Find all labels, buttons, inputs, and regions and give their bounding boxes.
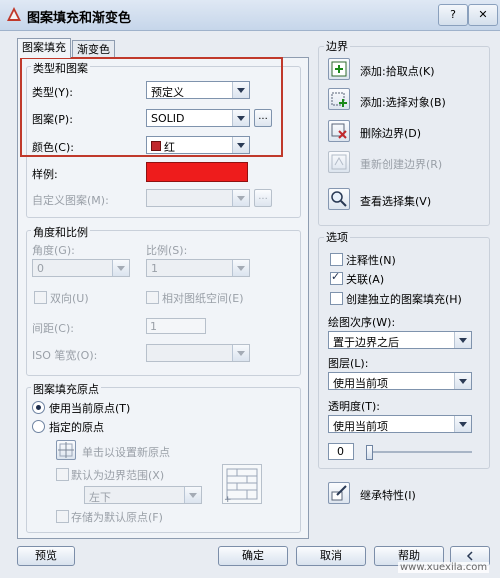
chevron-down-icon	[232, 345, 249, 361]
origin-preview: +	[222, 464, 262, 505]
relative-paper-checkbox[interactable]	[146, 291, 159, 304]
transparency-value: 使用当前项	[333, 420, 388, 433]
window-title: 图案填充和渐变色	[27, 11, 132, 26]
title-bar: 图案填充和渐变色 ? ✕	[0, 0, 500, 31]
double-checkbox[interactable]	[34, 291, 47, 304]
use-current-origin-radio[interactable]	[32, 401, 45, 414]
boundary-title: 边界	[324, 38, 350, 54]
view-selection-label: 查看选择集(V)	[360, 195, 432, 208]
iso-pen-label: ISO 笔宽(O):	[32, 349, 98, 362]
remove-boundary-icon	[331, 123, 347, 139]
options-group	[318, 237, 490, 469]
origin-position-select[interactable]: 左下	[84, 486, 202, 504]
store-default-label: 存储为默认原点(F)	[71, 511, 163, 524]
select-objects-icon	[331, 92, 347, 107]
inherit-properties-label: 继承特性(I)	[360, 489, 416, 502]
scale-value: 1	[151, 262, 158, 275]
transparency-number: 0	[337, 445, 344, 458]
chevron-down-icon	[454, 416, 471, 432]
spacing-label: 间距(C):	[32, 322, 74, 335]
title-close-button[interactable]: ✕	[468, 4, 498, 26]
click-set-origin-label: 单击以设置新原点	[82, 446, 170, 459]
recreate-boundary-icon	[331, 154, 347, 170]
transparency-label: 透明度(T):	[328, 400, 381, 413]
ok-button[interactable]: 确定	[218, 546, 288, 566]
chevron-left-icon	[466, 551, 473, 561]
angle-label: 角度(G):	[32, 244, 75, 257]
cancel-button[interactable]: 取消	[296, 546, 366, 566]
layer-label: 图层(L):	[328, 357, 369, 370]
custom-pattern-label: 自定义图案(M):	[32, 194, 109, 207]
set-origin-button[interactable]	[56, 440, 76, 460]
draw-order-label: 绘图次序(W):	[328, 316, 396, 329]
use-current-origin-label: 使用当前原点(T)	[49, 402, 131, 415]
chevron-down-icon	[232, 260, 249, 276]
associative-checkbox[interactable]	[330, 270, 343, 285]
add-pick-points-button[interactable]	[328, 58, 350, 80]
pick-points-icon	[331, 61, 347, 77]
specified-origin-label: 指定的原点	[49, 421, 104, 434]
spacing-input[interactable]: 1	[146, 318, 206, 334]
origin-position-value: 左下	[89, 491, 111, 504]
scale-label: 比例(S):	[146, 244, 188, 257]
double-label: 双向(U)	[50, 292, 89, 305]
angle-value: 0	[37, 262, 44, 275]
swatch-label: 样例:	[32, 168, 58, 181]
swatch-preview[interactable]	[146, 162, 248, 182]
independent-hatch-checkbox[interactable]	[330, 292, 343, 305]
add-select-objects-label: 添加:选择对象(B)	[360, 96, 446, 109]
brick-pattern-icon: +	[224, 468, 258, 505]
title-help-button[interactable]: ?	[438, 4, 468, 26]
default-extent-label: 默认为边界范围(X)	[71, 469, 165, 482]
custom-pattern-select[interactable]	[146, 189, 250, 207]
inherit-brush-icon	[331, 485, 347, 501]
chevron-down-icon	[112, 260, 129, 276]
magnifier-icon	[331, 191, 347, 207]
recreate-boundary-button[interactable]	[328, 151, 350, 173]
iso-pen-select[interactable]	[146, 344, 250, 362]
options-title: 选项	[324, 229, 350, 245]
layer-value: 使用当前项	[333, 377, 388, 390]
preview-button[interactable]: 预览	[17, 546, 75, 566]
relative-paper-label: 相对图纸空间(E)	[162, 292, 244, 305]
chevron-down-icon	[454, 332, 471, 348]
add-pick-points-label: 添加:拾取点(K)	[360, 65, 435, 78]
highlight-frame	[20, 57, 283, 157]
store-default-checkbox[interactable]	[56, 510, 69, 523]
view-selection-button[interactable]	[328, 188, 350, 210]
tab-hatch[interactable]: 图案填充	[17, 38, 71, 58]
default-extent-checkbox[interactable]	[56, 468, 69, 481]
transparency-number-input[interactable]: 0	[328, 443, 354, 460]
chevron-down-icon	[454, 373, 471, 389]
scale-select[interactable]: 1	[146, 259, 250, 277]
angle-scale-title: 角度和比例	[31, 224, 90, 240]
remove-boundary-label: 删除边界(D)	[360, 127, 422, 140]
associative-label: 关联(A)	[346, 273, 385, 286]
specified-origin-radio[interactable]	[32, 420, 45, 433]
independent-hatch-label: 创建独立的图案填充(H)	[346, 293, 462, 306]
annotative-label: 注释性(N)	[346, 254, 396, 267]
draw-order-value: 置于边界之后	[333, 336, 399, 349]
annotative-checkbox[interactable]	[330, 253, 343, 266]
inherit-properties-button[interactable]	[328, 482, 350, 504]
transparency-slider-handle[interactable]	[366, 445, 373, 460]
svg-text:+: +	[224, 495, 232, 503]
angle-select[interactable]: 0	[32, 259, 130, 277]
custom-browse-button[interactable]: ...	[254, 189, 272, 207]
spacing-value: 1	[150, 320, 157, 333]
watermark: www.xuexila.com	[398, 562, 490, 573]
transparency-slider-track[interactable]	[366, 451, 472, 453]
app-icon	[7, 7, 21, 21]
crosshair-icon	[58, 442, 74, 458]
transparency-select[interactable]: 使用当前项	[328, 415, 472, 433]
add-select-objects-button[interactable]	[328, 88, 350, 110]
remove-boundary-button[interactable]	[328, 120, 350, 142]
chevron-down-icon	[184, 487, 201, 503]
recreate-boundary-label: 重新创建边界(R)	[360, 158, 443, 171]
draw-order-select[interactable]: 置于边界之后	[328, 331, 472, 349]
origin-title: 图案填充原点	[31, 381, 101, 397]
chevron-down-icon	[232, 190, 249, 206]
layer-select[interactable]: 使用当前项	[328, 372, 472, 390]
